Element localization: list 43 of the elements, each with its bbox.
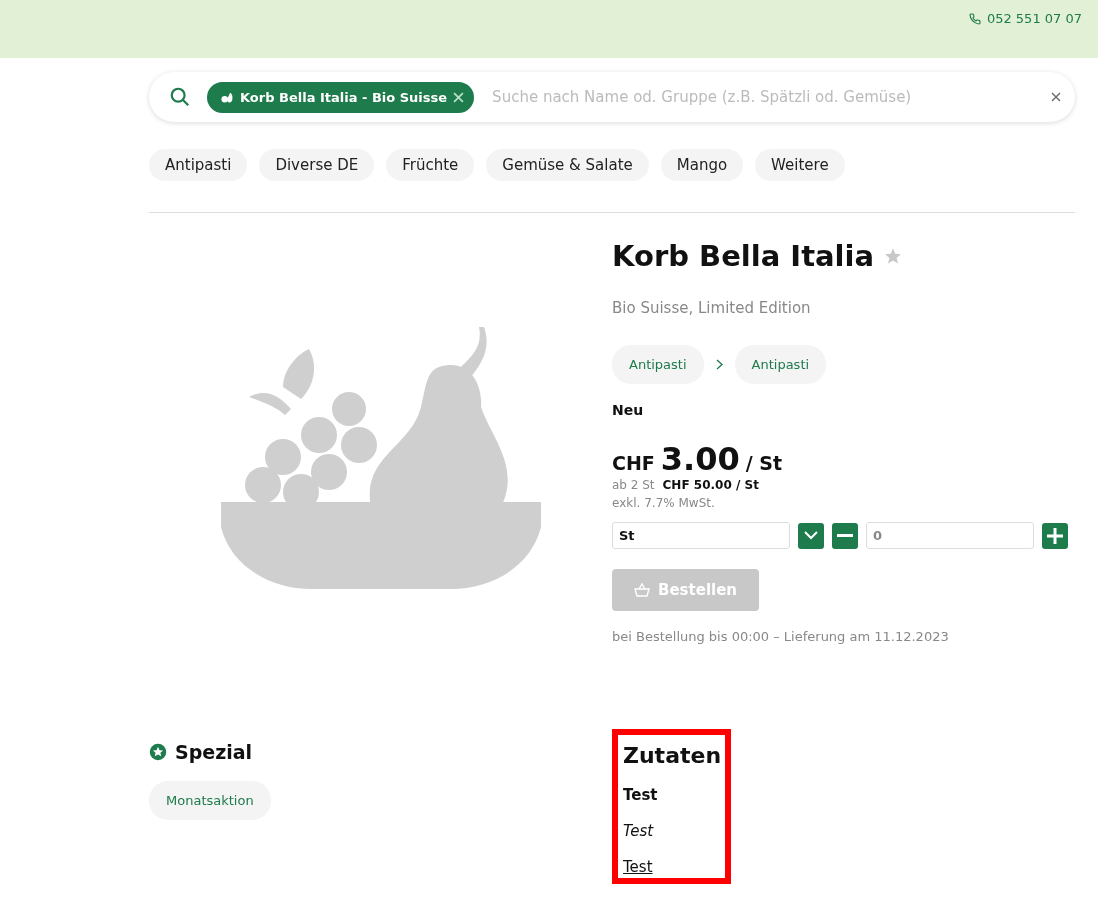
dropdown-button[interactable]: [798, 522, 824, 549]
tier-price: CHF 50.00 / St: [662, 478, 759, 492]
category-chip[interactable]: Antipasti: [149, 149, 248, 181]
fruit-icon: [221, 90, 234, 104]
ingredient-link[interactable]: Test: [623, 858, 722, 876]
product-labels: Bio Suisse, Limited Edition: [612, 299, 811, 317]
phone-icon: [968, 12, 981, 25]
filter-tag[interactable]: Korb Bella Italia - Bio Suisse: [207, 81, 475, 113]
increase-button[interactable]: [1042, 522, 1068, 549]
star-badge-icon: [149, 743, 167, 761]
status-label: Neu: [612, 402, 644, 418]
phone-number[interactable]: 052 551 07 07: [986, 11, 1082, 26]
decrease-button[interactable]: [832, 522, 858, 549]
chevron-right-icon: [715, 359, 723, 370]
basket-icon: [634, 583, 650, 597]
chevron-down-icon: [804, 531, 818, 540]
category-chip[interactable]: Mango: [660, 149, 744, 181]
category-chip[interactable]: Gemüse & Salate: [486, 149, 649, 181]
special-tag[interactable]: Monatsaktion: [149, 781, 271, 820]
fruit-bowl-icon: [220, 326, 541, 592]
search-icon[interactable]: [169, 86, 191, 108]
delivery-note: bei Bestellung bis 00:00 – Lieferung am 11.12.2023: [612, 629, 949, 644]
ingredient-text: Test: [623, 822, 655, 840]
unit-select[interactable]: St: [612, 522, 790, 549]
vat-note: exkl. 7.7% MwSt.: [612, 496, 715, 510]
section-title: Spezial: [175, 741, 253, 763]
category-chip[interactable]: Diverse DE: [259, 149, 375, 181]
tier-label: ab 2 St: [612, 478, 655, 492]
quantity-field[interactable]: 0: [866, 522, 1034, 549]
currency: CHF: [612, 452, 655, 474]
price-unit: / St: [745, 452, 783, 474]
plus-icon: [1047, 527, 1063, 544]
minus-icon: [837, 534, 853, 537]
price: 3.00: [660, 440, 740, 478]
breadcrumb-link[interactable]: Antipasti: [612, 345, 704, 384]
product-title: Korb Bella Italia: [612, 239, 875, 273]
category-chip[interactable]: Weitere: [755, 149, 845, 181]
ingredient-text: Test: [623, 786, 659, 804]
close-icon[interactable]: [1051, 92, 1061, 102]
section-title: Zutaten: [623, 743, 722, 768]
star-icon[interactable]: [884, 247, 903, 265]
category-chip[interactable]: Früchte: [386, 149, 475, 181]
breadcrumb-link[interactable]: Antipasti: [734, 345, 827, 384]
